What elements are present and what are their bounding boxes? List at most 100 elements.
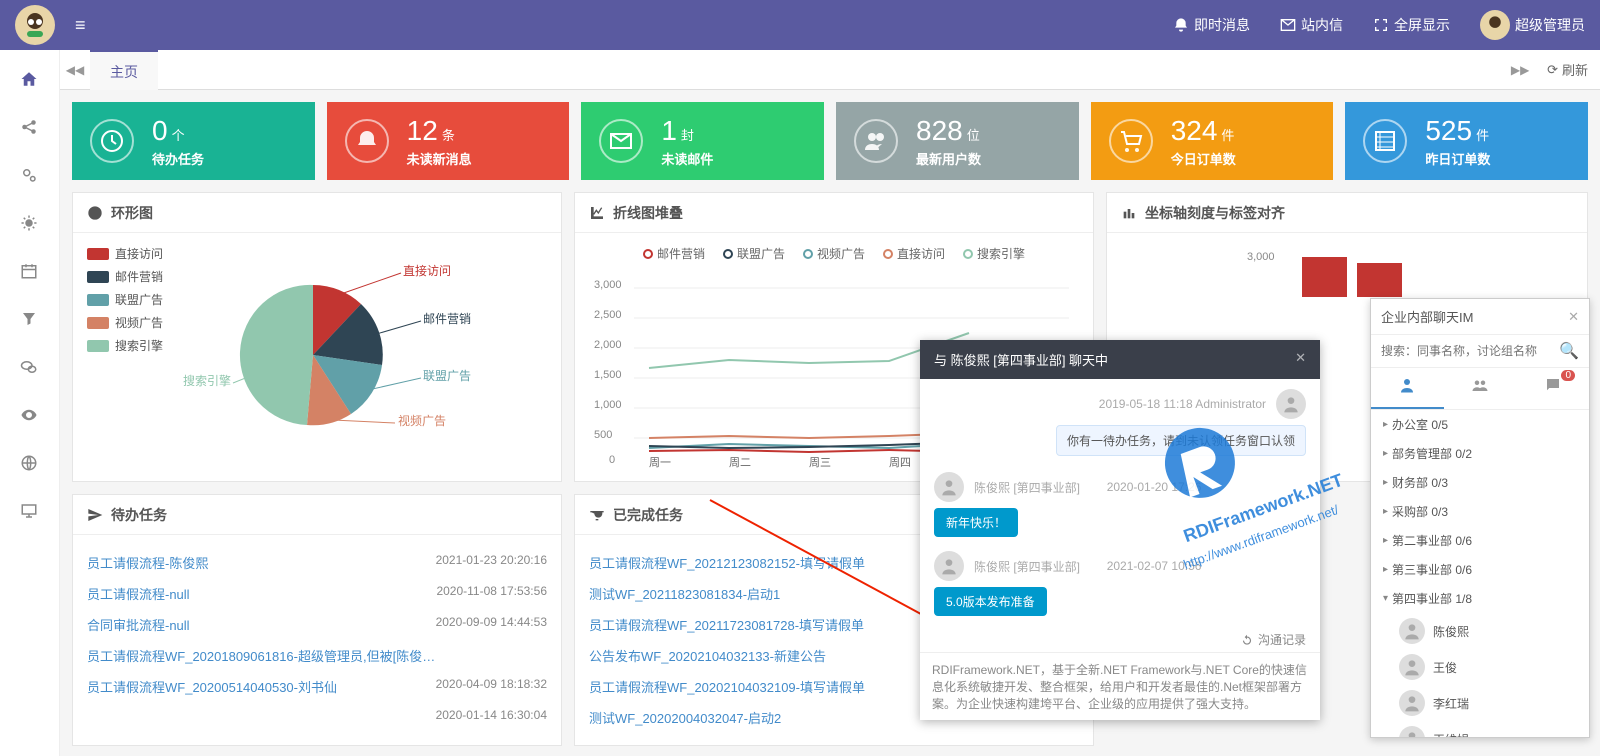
chat-msg1-meta: 陈俊熙 [第四事业部] 2020-01-20 17:26: [934, 472, 1306, 502]
task-link[interactable]: 员工请假流程WF_20200514040530-刘书仙: [87, 677, 337, 696]
legend-item[interactable]: 搜索引擎: [87, 337, 163, 354]
nav-eye-icon[interactable]: [20, 406, 40, 426]
nav-fullscreen[interactable]: 全屏显示: [1373, 15, 1450, 35]
task-link[interactable]: 员工请假流程WF_20212123082152-填写请假单: [589, 553, 865, 572]
nav-filter-icon[interactable]: [20, 310, 40, 330]
task-link[interactable]: 员工请假流程WF_20211723081728-填写请假单: [589, 615, 864, 634]
im-dept[interactable]: 采购部 0/3: [1371, 497, 1589, 526]
stat-card[interactable]: 1封未读邮件: [581, 102, 824, 180]
legend-item[interactable]: 联盟广告: [87, 291, 163, 308]
nav-desktop-icon[interactable]: [20, 502, 40, 522]
ring-chart: 直接访问 邮件营销 联盟广告 视频广告 搜索引擎: [183, 245, 483, 455]
task-link[interactable]: 测试WF_20211823081834-启动1: [589, 584, 780, 603]
task-link[interactable]: 合同审批流程-null: [87, 615, 190, 634]
im-dept[interactable]: 第三事业部 0/6: [1371, 555, 1589, 584]
task-link[interactable]: 测试WF_20202004032047-启动2: [589, 708, 781, 727]
svg-text:视频广告: 视频广告: [398, 413, 446, 428]
nav-share-icon[interactable]: [20, 118, 40, 138]
task-link[interactable]: 员工请假流程WF_20202104032109-填写请假单: [589, 677, 865, 696]
im-tabs: 0: [1371, 368, 1589, 410]
legend-item[interactable]: 联盟广告: [723, 245, 785, 262]
im-search-input[interactable]: [1381, 344, 1559, 358]
nav-gears-icon[interactable]: [20, 166, 40, 186]
todo-title: 待办任务: [111, 505, 167, 525]
refresh-button[interactable]: ⟳刷新: [1535, 60, 1600, 79]
svg-text:搜索引擎: 搜索引擎: [183, 373, 231, 388]
nav-wechat-icon[interactable]: [20, 358, 40, 378]
list-item: 员工请假流程WF_20200514040530-刘书仙2020-04-09 18…: [87, 671, 547, 702]
im-tab-messages[interactable]: 0: [1516, 368, 1589, 409]
chat-window: 与 陈俊熙 [第四事业部] 聊天中✕ 2019-05-18 11:18 Admi…: [920, 340, 1320, 720]
tab-prev-icon[interactable]: ◀◀: [60, 63, 90, 77]
task-link[interactable]: 员工请假流程-null: [87, 584, 190, 603]
svg-text:0: 0: [609, 454, 615, 466]
task-link[interactable]: 员工请假流程WF_20201809061816-超级管理员,但被[陈俊熙]任意退…: [87, 646, 447, 665]
nav-calendar-icon[interactable]: [20, 262, 40, 282]
svg-text:周三: 周三: [809, 456, 831, 468]
im-dept[interactable]: 部务管理部 0/2: [1371, 439, 1589, 468]
chat-footer: RDIFramework.NET，基于全新.NET Framework与.NET…: [920, 652, 1320, 720]
legend-item[interactable]: 搜索引擎: [963, 245, 1025, 262]
list-item: 员工请假流程-null2020-11-08 17:53:56: [87, 578, 547, 609]
im-dept[interactable]: 办公室 0/5: [1371, 410, 1589, 439]
list-item: 2020-01-14 16:30:04: [87, 702, 547, 728]
chat-sys-meta: 2019-05-18 11:18 Administrator: [934, 389, 1306, 419]
im-user[interactable]: 陈俊熙: [1371, 613, 1589, 649]
im-header: 企业内部聊天IM✕: [1371, 299, 1589, 335]
im-dept[interactable]: 财务部 0/3: [1371, 468, 1589, 497]
tab-home[interactable]: 主页: [90, 50, 158, 90]
svg-text:3,000: 3,000: [1247, 251, 1275, 263]
svg-text:1,500: 1,500: [594, 369, 622, 381]
legend-item[interactable]: 直接访问: [883, 245, 945, 262]
svg-text:周二: 周二: [729, 456, 751, 468]
nav-inbox[interactable]: 站内信: [1280, 15, 1343, 35]
im-tab-groups[interactable]: [1444, 368, 1517, 409]
task-link[interactable]: 员工请假流程-陈俊熙: [87, 553, 208, 572]
task-link[interactable]: 公告发布WF_20202104032133-新建公告: [589, 646, 826, 665]
list-item: 员工请假流程WF_20201809061816-超级管理员,但被[陈俊熙]任意退…: [87, 640, 547, 671]
im-tab-contacts[interactable]: [1371, 368, 1444, 409]
nav-globe-icon[interactable]: [20, 454, 40, 474]
nav-instant-message[interactable]: 即时消息: [1173, 15, 1250, 35]
stat-card[interactable]: 525件昨日订单数: [1345, 102, 1588, 180]
im-user[interactable]: 李红瑞: [1371, 685, 1589, 721]
menu-toggle-icon[interactable]: ≡: [75, 15, 86, 36]
ring-legend: 直接访问邮件营销联盟广告视频广告搜索引擎: [87, 245, 163, 455]
stat-card[interactable]: 0个待办任务: [72, 102, 315, 180]
legend-item[interactable]: 视频广告: [803, 245, 865, 262]
line-title: 折线图堆叠: [613, 203, 683, 223]
nav-home-icon[interactable]: [20, 70, 40, 90]
panel-todo: 待办任务 员工请假流程-陈俊熙2021-01-23 20:20:16员工请假流程…: [72, 494, 562, 746]
legend-item[interactable]: 邮件营销: [643, 245, 705, 262]
close-icon[interactable]: ✕: [1295, 350, 1306, 369]
im-user[interactable]: 王维娟: [1371, 721, 1589, 737]
legend-item[interactable]: 邮件营销: [87, 268, 163, 285]
tab-next-icon[interactable]: ▶▶: [1505, 63, 1535, 77]
stat-card[interactable]: 324件今日订单数: [1091, 102, 1334, 180]
im-user[interactable]: 王俊: [1371, 649, 1589, 685]
im-dept[interactable]: 第二事业部 0/6: [1371, 526, 1589, 555]
chat-msg1: 新年快乐！: [934, 508, 1018, 537]
bar-chart: 3,000: [1121, 245, 1573, 305]
legend-item[interactable]: 视频广告: [87, 314, 163, 331]
nav-sun-icon[interactable]: [20, 214, 40, 234]
avatar-main[interactable]: [15, 5, 55, 45]
svg-text:周四: 周四: [889, 456, 911, 468]
ring-title: 环形图: [111, 203, 153, 223]
stat-card[interactable]: 12条未读新消息: [327, 102, 570, 180]
svg-text:2,000: 2,000: [594, 339, 622, 351]
topbar-right: 即时消息 站内信 全屏显示 超级管理员: [1173, 10, 1585, 40]
chat-record-link[interactable]: 沟通记录: [920, 627, 1320, 652]
search-icon[interactable]: 🔍: [1559, 341, 1579, 361]
task-row: 待办任务 员工请假流程-陈俊熙2021-01-23 20:20:16员工请假流程…: [72, 494, 1588, 746]
stat-card[interactable]: 828位最新用户数: [836, 102, 1079, 180]
close-icon[interactable]: ✕: [1568, 309, 1579, 325]
legend-item[interactable]: 直接访问: [87, 245, 163, 262]
chat-header[interactable]: 与 陈俊熙 [第四事业部] 聊天中✕: [920, 340, 1320, 379]
chat-msg2-meta: 陈俊熙 [第四事业部] 2021-02-07 10:56: [934, 551, 1306, 581]
list-item: 员工请假流程-陈俊熙2021-01-23 20:20:16: [87, 547, 547, 578]
main: ◀◀ 主页 ▶▶ ⟳刷新 0个待办任务 12条未读新消息 1封未读邮件 828位…: [60, 50, 1600, 756]
im-dept[interactable]: 第四事业部 1/8: [1371, 584, 1589, 613]
topbar: ≡ 即时消息 站内信 全屏显示 超级管理员: [0, 0, 1600, 50]
nav-user[interactable]: 超级管理员: [1480, 10, 1585, 40]
